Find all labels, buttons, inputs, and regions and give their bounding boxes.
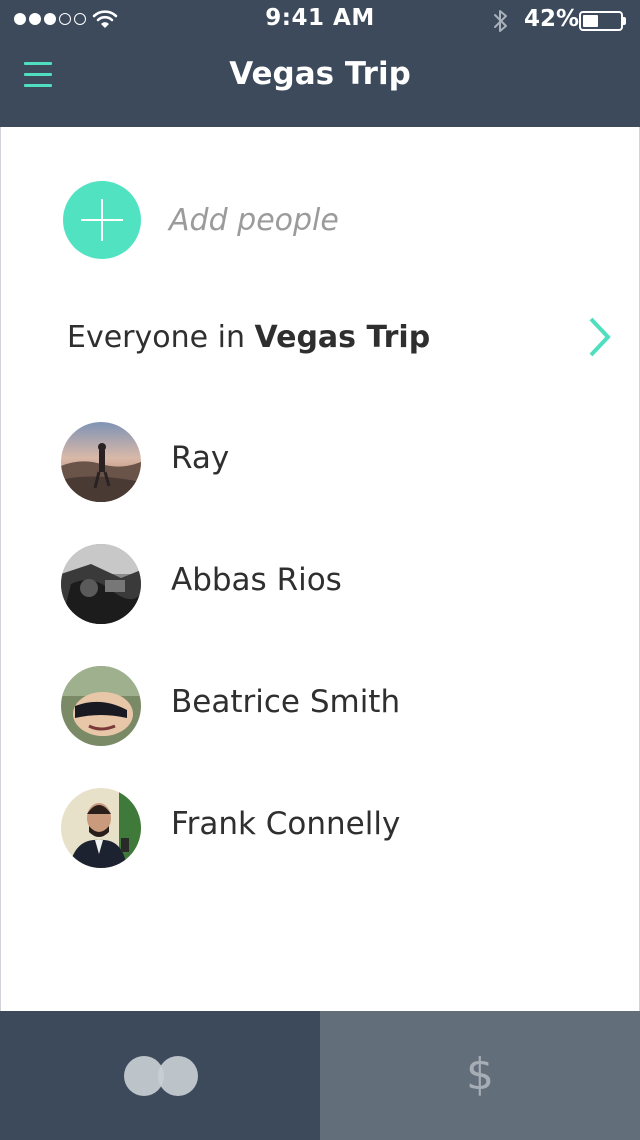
avatar xyxy=(61,544,141,624)
everyone-group-name: Vegas Trip xyxy=(254,319,431,355)
tab-bar: $ xyxy=(0,1011,640,1140)
everyone-prefix: Everyone in xyxy=(67,319,245,355)
everyone-in-group-row[interactable]: Everyone in Vegas Trip xyxy=(67,307,617,367)
add-people-label: Add people xyxy=(169,202,339,238)
list-item[interactable]: Abbas Rios xyxy=(61,544,621,666)
avatar xyxy=(61,422,141,502)
list-item[interactable]: Frank Connelly xyxy=(61,788,621,910)
chevron-right-icon[interactable] xyxy=(587,315,613,359)
person-name: Frank Connelly xyxy=(171,806,401,842)
person-name: Beatrice Smith xyxy=(171,684,401,720)
people-list: Ray Abbas Rios Beatrice Smith Frank Conn… xyxy=(61,422,621,910)
add-people-button[interactable]: Add people xyxy=(63,181,339,259)
battery-icon xyxy=(579,11,623,31)
battery-percent: 42% xyxy=(524,6,580,32)
avatar xyxy=(61,788,141,868)
bluetooth-icon xyxy=(494,10,507,32)
list-item[interactable]: Ray xyxy=(61,422,621,544)
app-screen: 9:41 AM 42% Vegas Trip Add people Everyo… xyxy=(0,0,640,1140)
everyone-label: Everyone in Vegas Trip xyxy=(67,320,430,355)
overlapping-circles-icon xyxy=(124,1056,198,1096)
tab-people[interactable] xyxy=(0,1011,320,1140)
battery-tip xyxy=(623,17,626,25)
avatar xyxy=(61,666,141,746)
tab-expenses[interactable]: $ xyxy=(320,1011,640,1140)
dollar-icon: $ xyxy=(466,1049,494,1100)
plus-icon[interactable] xyxy=(63,181,141,259)
person-name: Abbas Rios xyxy=(171,562,342,598)
page-title: Vegas Trip xyxy=(229,56,411,92)
header: 9:41 AM 42% Vegas Trip xyxy=(0,0,640,127)
list-item[interactable]: Beatrice Smith xyxy=(61,666,621,788)
person-name: Ray xyxy=(171,440,230,476)
status-bar: 9:41 AM 42% xyxy=(0,0,640,40)
group-members-panel: Add people Everyone in Vegas Trip Ray Ab… xyxy=(0,127,640,1011)
